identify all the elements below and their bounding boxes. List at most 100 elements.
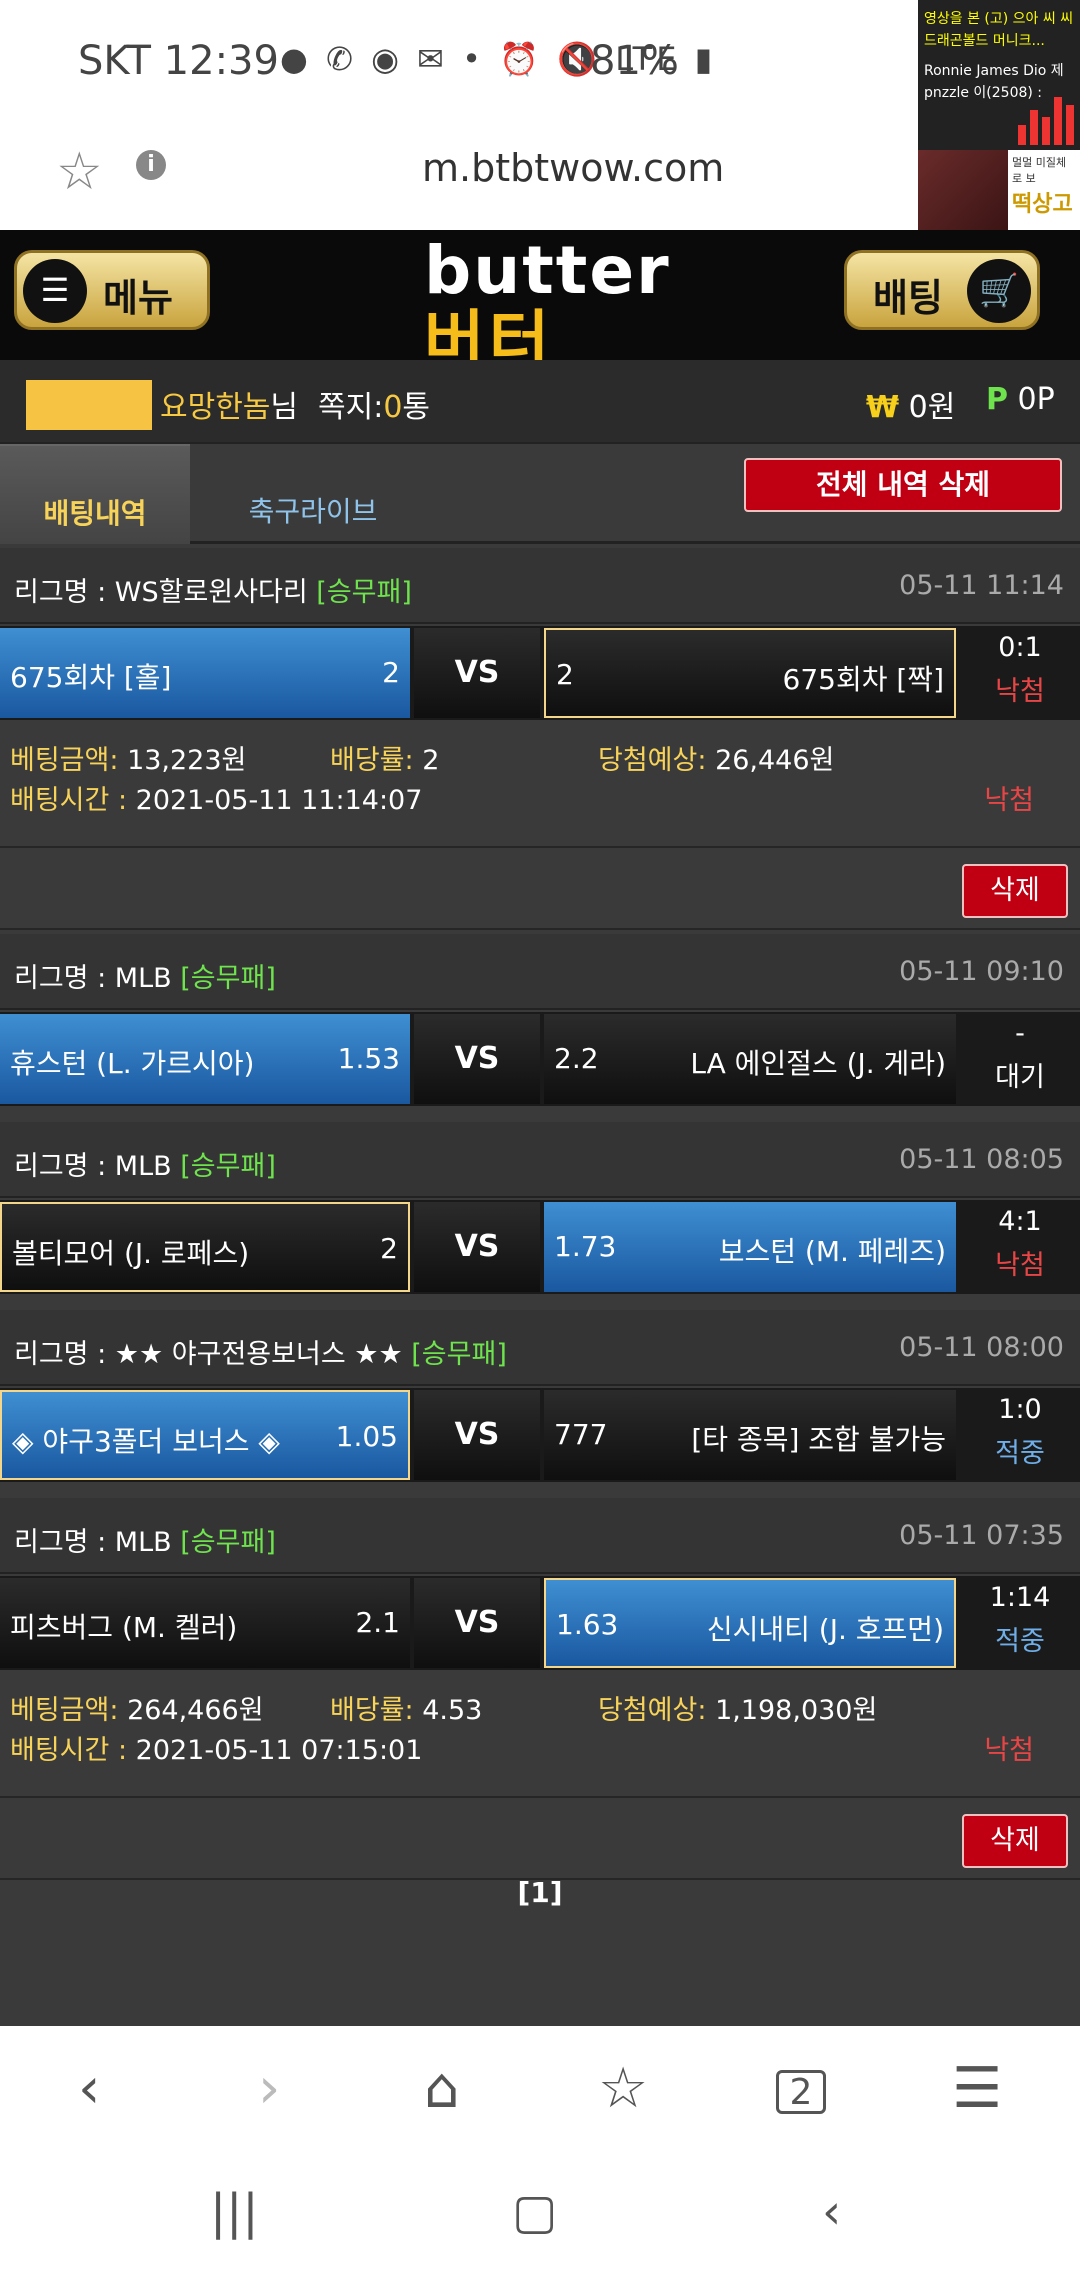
result-status: 낙첨 — [995, 1250, 1045, 1281]
match-time: 05-11 08:00 — [899, 1332, 1064, 1363]
result: 1:0 적중 — [960, 1394, 1080, 1470]
home-odds: 1.53 — [337, 1042, 400, 1075]
bet-label: 배팅 — [873, 276, 943, 320]
point-value: 0P — [1017, 382, 1055, 417]
match-row: 휴스턴 (L. 가르시아) 1.53 VS 2.2 LA 에인절스 (J. 게라… — [0, 1012, 1080, 1106]
home-odds: 2 — [382, 656, 400, 689]
league-value: ★★ 야구전용보너스 ★★ — [114, 1339, 403, 1370]
away-pick[interactable]: 1.73 보스턴 (M. 페레즈) — [544, 1202, 956, 1292]
score: 1:14 — [989, 1582, 1051, 1613]
menu-icon[interactable]: ☰ — [952, 2056, 1002, 2121]
home-icon[interactable]: ⌂ — [424, 2056, 460, 2121]
league-row: 리그명 : WS할로윈사다리 [승무패] 05-11 11:14 — [0, 548, 1080, 624]
status-carrier-time: SKT 12:39 — [78, 38, 279, 84]
vs-label: VS — [414, 1202, 540, 1292]
score: 4:1 — [998, 1206, 1042, 1237]
site-header: ☰ 메뉴 butter 버터 배팅 🛒 — [0, 230, 1080, 380]
away-odds: 1.63 — [556, 1608, 619, 1641]
league-row: 리그명 : ★★ 야구전용보너스 ★★ [승무패] 05-11 08:00 — [0, 1310, 1080, 1386]
thumb-image — [918, 150, 1008, 230]
slip-result: 낙첨 — [984, 1735, 1034, 1766]
total-odds: 4.53 — [422, 1695, 483, 1726]
system-back-icon[interactable]: ‹ — [822, 2184, 841, 2240]
vs-label: VS — [414, 1014, 540, 1104]
bookmarks-icon[interactable]: ☆ — [598, 2056, 648, 2121]
expected-label: 당첨예상: — [598, 745, 707, 776]
match-row: 675회차 [홀] 2 VS 2 675회차 [짝] 0:1 낙첨 — [0, 626, 1080, 720]
amount-label: 베팅금액: — [10, 745, 119, 776]
away-pick[interactable]: 2.2 LA 에인절스 (J. 게라) — [544, 1014, 956, 1104]
away-odds: 777 — [554, 1418, 608, 1451]
home-team: 675회차 [홀] — [10, 661, 172, 694]
result: 4:1 낙첨 — [960, 1206, 1080, 1282]
delete-button[interactable]: 삭제 — [962, 1814, 1068, 1868]
recent-apps-icon[interactable]: ||| — [210, 2184, 259, 2240]
delete-row: 삭제 — [0, 1796, 1080, 1880]
match-time: 05-11 08:05 — [899, 1144, 1064, 1175]
home-odds: 2.1 — [355, 1606, 400, 1639]
league-prefix: 리그명 : — [14, 577, 115, 608]
away-odds: 2.2 — [554, 1042, 599, 1075]
home-pick[interactable]: 휴스턴 (L. 가르시아) 1.53 — [0, 1014, 410, 1104]
url-text[interactable]: m.btbtwow.com — [422, 146, 724, 190]
floating-video-thumbnail[interactable]: 영상을 본 (고) 으아 씨 씨 드래곤볼드 머니크... Ronnie Jam… — [918, 0, 1080, 230]
pagination-page-1[interactable]: [1] — [0, 1876, 1080, 1909]
league-row: 리그명 : MLB [승무패] 05-11 07:35 — [0, 1498, 1080, 1574]
cash-value: 0원 — [908, 390, 956, 425]
bet-amount: 13,223원 — [127, 745, 247, 776]
away-pick[interactable]: 777 [타 종목] 조합 불가능 — [544, 1390, 956, 1480]
delete-button[interactable]: 삭제 — [962, 864, 1068, 918]
delete-all-button[interactable]: 전체 내역 삭제 — [744, 458, 1062, 512]
away-pick[interactable]: 1.63 신시내티 (J. 호프먼) — [544, 1578, 956, 1668]
user-info-bar: 요망한놈님 쪽지:0통 ₩ 0원 P 0P — [0, 360, 1080, 444]
home-pick[interactable]: 볼티모어 (J. 로페스) 2 — [0, 1202, 410, 1292]
message-number: 0 — [383, 390, 403, 425]
thumb-ad: 멀멀 미질체로 보 떡상고 — [1008, 150, 1080, 230]
result: 0:1 낙첨 — [960, 632, 1080, 708]
user-name-text: 요망한놈 — [160, 390, 271, 425]
thumb-line-2: 드래곤볼드 머니크... — [924, 33, 1045, 49]
away-team: 신시내티 (J. 호프먼) — [706, 1613, 944, 1646]
tab-betting-history-label: 배팅내역 — [43, 497, 147, 530]
tabs-icon[interactable]: 2 — [776, 2070, 826, 2114]
bet-time: 2021-05-11 11:14:07 — [135, 785, 423, 816]
league-name: 리그명 : MLB [승무패] — [14, 956, 276, 995]
tab-betting-history[interactable]: 배팅내역 — [0, 444, 190, 544]
tab-soccer-live-label: 축구라이브 — [248, 495, 378, 528]
league-value: MLB — [114, 963, 172, 994]
won-icon: ₩ — [866, 390, 900, 425]
score: 0:1 — [998, 632, 1042, 663]
home-pick[interactable]: 피츠버그 (M. 켈러) 2.1 — [0, 1578, 410, 1668]
hamburger-icon: ☰ — [23, 259, 87, 323]
home-pick[interactable]: 675회차 [홀] 2 — [0, 628, 410, 718]
bookmark-star-icon[interactable]: ☆ — [56, 142, 103, 202]
league-value: MLB — [114, 1527, 172, 1558]
forward-icon[interactable]: › — [258, 2056, 280, 2121]
away-pick[interactable]: 2 675회차 [짝] — [544, 628, 956, 718]
odds-label: 배당률: — [330, 1695, 414, 1726]
away-team: [타 종목] 조합 불가능 — [691, 1423, 946, 1456]
home-odds: 2 — [380, 1232, 398, 1265]
expected-payout: 1,198,030원 — [715, 1695, 878, 1726]
league-name: 리그명 : MLB [승무패] — [14, 1144, 276, 1183]
score: - — [1015, 1018, 1025, 1049]
message-count[interactable]: 쪽지:0통 — [318, 382, 430, 426]
match-row: 볼티모어 (J. 로페스) 2 VS 1.73 보스턴 (M. 페레즈) 4:1… — [0, 1200, 1080, 1294]
result-status: 적중 — [995, 1438, 1045, 1469]
home-button-icon[interactable]: ▢ — [512, 2184, 557, 2240]
user-name-suffix: 님 — [270, 390, 299, 425]
user-avatar — [26, 380, 152, 430]
thumb-ad-line-2: 떡상고 — [1012, 192, 1073, 217]
site-info-icon[interactable]: i — [136, 150, 166, 180]
back-icon[interactable]: ‹ — [78, 2056, 100, 2121]
result-status: 대기 — [995, 1062, 1045, 1093]
total-odds: 2 — [422, 745, 440, 776]
menu-button[interactable]: ☰ 메뉴 — [14, 250, 210, 330]
bet-cart-button[interactable]: 배팅 🛒 — [844, 250, 1040, 330]
result-status: 낙첨 — [995, 676, 1045, 707]
tab-soccer-live[interactable]: 축구라이브 — [208, 444, 418, 544]
bet-type: [승무패] — [316, 577, 412, 608]
league-prefix: 리그명 : — [14, 963, 115, 994]
home-pick[interactable]: ◈ 야구3폴더 보너스 ◈ 1.05 — [0, 1390, 410, 1480]
delete-row: 삭제 — [0, 846, 1080, 930]
